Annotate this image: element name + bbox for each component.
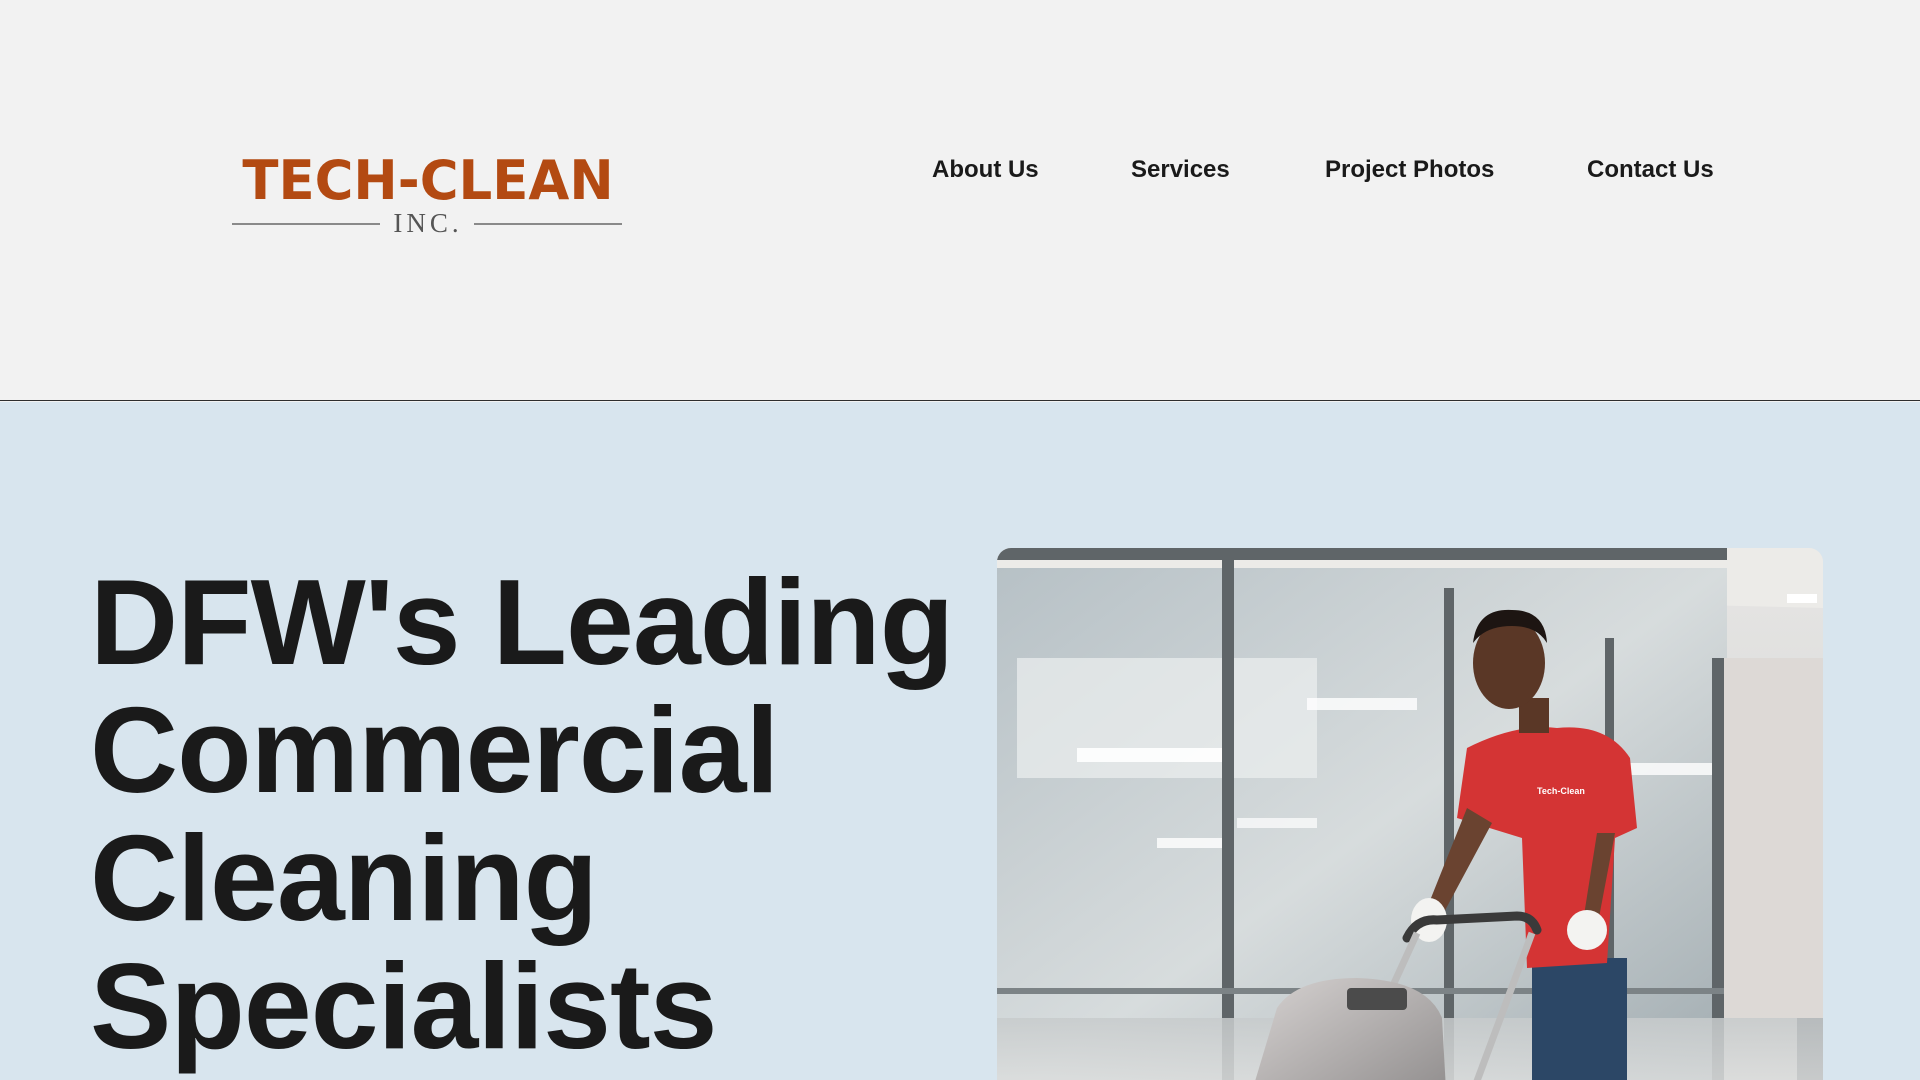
nav-about-us[interactable]: About Us [932,153,1039,187]
logo-wordmark: TECH-CLEAN [242,149,614,212]
hero-title-line-3: Cleaning [90,810,598,946]
nav-services[interactable]: Services [1131,153,1230,187]
hero-title: DFW's Leading Commercial Cleaning Specia… [90,558,990,1070]
tech-clean-logo[interactable]: TECH-CLEAN INC. [216,149,640,237]
hero-section: DFW's Leading Commercial Cleaning Specia… [0,402,1920,1080]
hero-title-line-4: Specialists [90,938,717,1074]
nav-contact-us[interactable]: Contact Us [1587,153,1714,187]
logo-rule-right [474,223,622,225]
hero-title-line-2: Commercial [90,682,779,818]
shirt-logo-text: Tech-Clean [1537,786,1585,796]
hero-title-line-1: DFW's Leading [90,554,954,690]
hero-photo: Tech-Clean [997,548,1823,1080]
nav-project-photos[interactable]: Project Photos [1325,153,1494,187]
site-header: TECH-CLEAN INC. About Us Services Projec… [0,0,1920,401]
cleaner-photo-illustration: Tech-Clean [997,548,1823,1080]
logo-suffix-row: INC. [216,210,640,237]
